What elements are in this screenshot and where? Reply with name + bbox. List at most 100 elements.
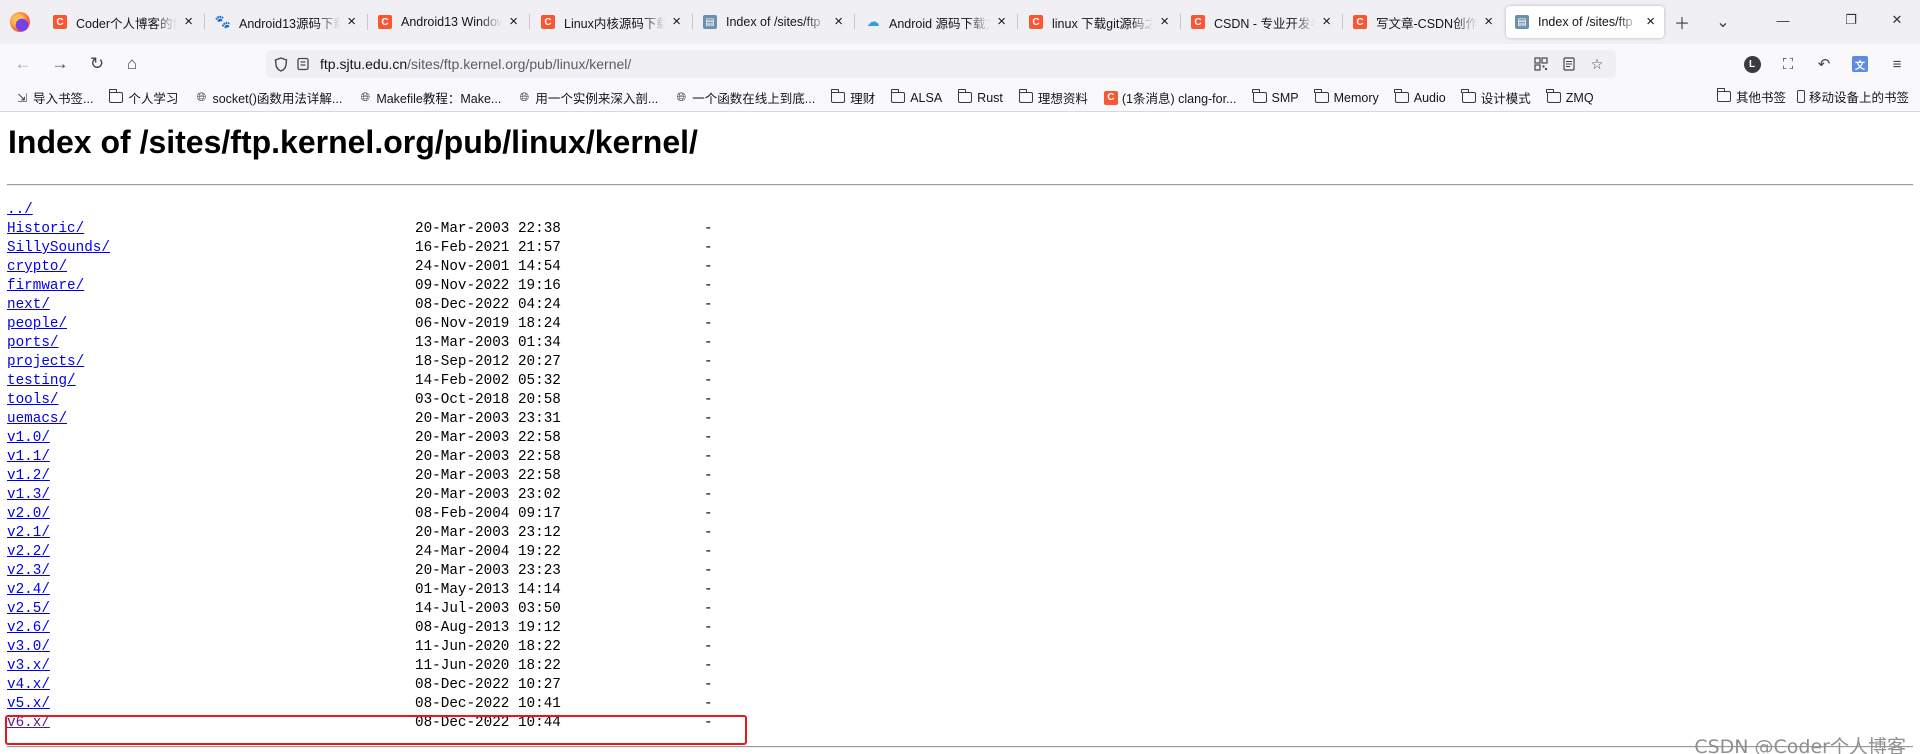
tab-separator <box>529 14 530 30</box>
directory-link[interactable]: v2.2/ <box>7 544 50 560</box>
minimize-button[interactable]: — <box>1760 0 1806 40</box>
directory-link[interactable]: v2.1/ <box>7 525 50 541</box>
tab[interactable]: ☁ Android 源码下载文 × <box>857 6 1015 38</box>
qr-code-icon[interactable] <box>1530 53 1552 75</box>
directory-link[interactable]: v2.4/ <box>7 582 50 598</box>
directory-link[interactable]: v1.3/ <box>7 487 50 503</box>
close-window-button[interactable]: ✕ <box>1874 0 1920 40</box>
close-tab-icon[interactable]: × <box>1157 14 1172 30</box>
tab-separator <box>854 14 855 30</box>
close-tab-icon[interactable]: × <box>181 14 196 30</box>
directory-link[interactable]: firmware/ <box>7 278 84 294</box>
directory-link[interactable]: SillySounds/ <box>7 240 110 256</box>
close-tab-icon[interactable]: × <box>1481 14 1496 30</box>
tab[interactable]: C 写文章-CSDN创作中× <box>1344 6 1502 38</box>
tab[interactable]: ▤ Index of /sites/ftp × <box>1506 6 1664 38</box>
reload-icon: ↻ <box>89 54 105 73</box>
close-tab-icon[interactable]: × <box>669 14 684 30</box>
tab[interactable]: 🐾 Android13源码下载 × <box>207 6 365 38</box>
other-bookmarks[interactable]: 其他书签 <box>1716 87 1786 106</box>
directory-link[interactable]: v1.0/ <box>7 430 50 446</box>
bookmark-item[interactable]: C (1条消息) clang-for... <box>1099 87 1242 109</box>
close-tab-icon[interactable]: × <box>1643 14 1658 30</box>
reload-button[interactable]: ↻ <box>84 52 110 76</box>
bookmark-item[interactable]: 理财 <box>826 87 880 109</box>
directory-link[interactable]: v2.0/ <box>7 506 50 522</box>
directory-link[interactable]: v2.6/ <box>7 620 50 636</box>
directory-link[interactable]: v4.x/ <box>7 677 50 693</box>
back-button[interactable]: ← <box>10 52 36 76</box>
directory-link[interactable]: v6.x/ <box>7 715 50 731</box>
close-tab-icon[interactable]: × <box>1319 14 1334 30</box>
directory-link[interactable]: v3.x/ <box>7 658 50 674</box>
close-tab-icon[interactable]: × <box>344 14 359 30</box>
address-bar[interactable]: ftp.sjtu.edu.cn/sites/ftp.kernel.org/pub… <box>266 50 1616 78</box>
directory-link[interactable]: v2.3/ <box>7 563 50 579</box>
list-item: firmware/09-Nov-2022 19:16 - <box>7 277 713 296</box>
mobile-bookmarks[interactable]: 移动设备上的书签 <box>1797 87 1909 106</box>
restore-button[interactable]: ❐ <box>1828 0 1874 40</box>
tab[interactable]: ▤ Index of /sites/ftp × <box>694 6 852 38</box>
bookmark-item[interactable]: 🌐︎ 用一个实例来深入剖... <box>512 87 663 109</box>
translate-icon[interactable]: 文 <box>1848 52 1872 76</box>
directory-link[interactable]: v1.2/ <box>7 468 50 484</box>
directory-link[interactable]: v2.5/ <box>7 601 50 617</box>
directory-link[interactable]: testing/ <box>7 373 76 389</box>
bookmark-item[interactable]: ⇲ 导入书签... <box>10 87 98 109</box>
shield-icon[interactable] <box>270 53 292 75</box>
reader-view-icon[interactable] <box>1558 53 1580 75</box>
bookmark-item[interactable]: ALSA <box>886 87 947 109</box>
directory-link[interactable]: projects/ <box>7 354 84 370</box>
bookmark-item[interactable]: ZMQ <box>1542 87 1599 109</box>
tab[interactable]: C Android13 Windows × <box>369 6 527 38</box>
list-item: tools/03-Oct-2018 20:58 - <box>7 391 713 410</box>
bookmark-item[interactable]: 🌐︎ 一个函数在线上到底... <box>669 87 820 109</box>
bookmark-item[interactable]: Audio <box>1390 87 1451 109</box>
directory-link[interactable]: Historic/ <box>7 221 84 237</box>
home-button[interactable]: ⌂ <box>119 52 145 76</box>
directory-link[interactable]: uemacs/ <box>7 411 67 427</box>
tab[interactable]: C CSDN - 专业开发者 × <box>1182 6 1340 38</box>
forward-button[interactable]: → <box>47 52 73 76</box>
url-text[interactable]: ftp.sjtu.edu.cn/sites/ftp.kernel.org/pub… <box>320 56 631 72</box>
parent-directory-link[interactable]: ../ <box>7 202 33 218</box>
directory-link[interactable]: v5.x/ <box>7 696 50 712</box>
tab[interactable]: C Linux内核源码下载 × <box>532 6 690 38</box>
firefox-menu-button[interactable] <box>0 0 40 44</box>
directory-link[interactable]: v1.1/ <box>7 449 50 465</box>
bookmark-item[interactable]: Memory <box>1310 87 1384 109</box>
bookmark-star-icon[interactable]: ☆ <box>1586 53 1608 75</box>
directory-link[interactable]: people/ <box>7 316 67 332</box>
close-tab-icon[interactable]: × <box>506 14 521 30</box>
directory-link[interactable]: tools/ <box>7 392 58 408</box>
page-info-icon[interactable] <box>292 53 314 75</box>
modified-date: 08-Dec-2022 10:44 <box>415 715 561 731</box>
account-icon[interactable]: L <box>1740 52 1764 76</box>
list-all-tabs-button[interactable]: ⌄ <box>1711 10 1735 34</box>
directory-link[interactable]: v3.0/ <box>7 639 50 655</box>
bookmark-item[interactable]: Rust <box>953 87 1008 109</box>
directory-link[interactable]: next/ <box>7 297 50 313</box>
tab-separator <box>1180 14 1181 30</box>
close-tab-icon[interactable]: × <box>994 14 1009 30</box>
bookmark-item[interactable]: SMP <box>1248 87 1304 109</box>
bookmark-label: 用一个实例来深入剖... <box>535 92 659 106</box>
new-tab-button[interactable]: ＋ <box>1670 10 1694 34</box>
bookmark-item[interactable]: 个人学习 <box>104 87 183 109</box>
modified-date: 01-May-2013 14:14 <box>415 582 561 598</box>
close-tab-icon[interactable]: × <box>831 14 846 30</box>
bookmark-item[interactable]: 理想资料 <box>1014 87 1093 109</box>
bookmark-item[interactable]: 🌐︎ socket()函数用法详解... <box>189 87 347 109</box>
undo-icon[interactable]: ↶ <box>1812 52 1836 76</box>
crop-tool-icon[interactable]: ⛶ <box>1776 52 1800 76</box>
list-item: v5.x/08-Dec-2022 10:41 - <box>7 695 713 714</box>
list-item: people/06-Nov-2019 18:24 - <box>7 315 713 334</box>
tab[interactable]: Clinux 下载git源码之 × <box>1020 6 1178 38</box>
directory-link[interactable]: crypto/ <box>7 259 67 275</box>
modified-date: 08-Aug-2013 19:12 <box>415 620 561 636</box>
bookmark-item[interactable]: 🌐︎ Makefile教程：Make... <box>353 87 506 109</box>
app-menu-icon[interactable]: ≡ <box>1885 52 1909 76</box>
bookmark-item[interactable]: 设计模式 <box>1457 87 1536 109</box>
directory-link[interactable]: ports/ <box>7 335 58 351</box>
tab[interactable]: C Coder个人博客的博客 × <box>44 6 202 38</box>
